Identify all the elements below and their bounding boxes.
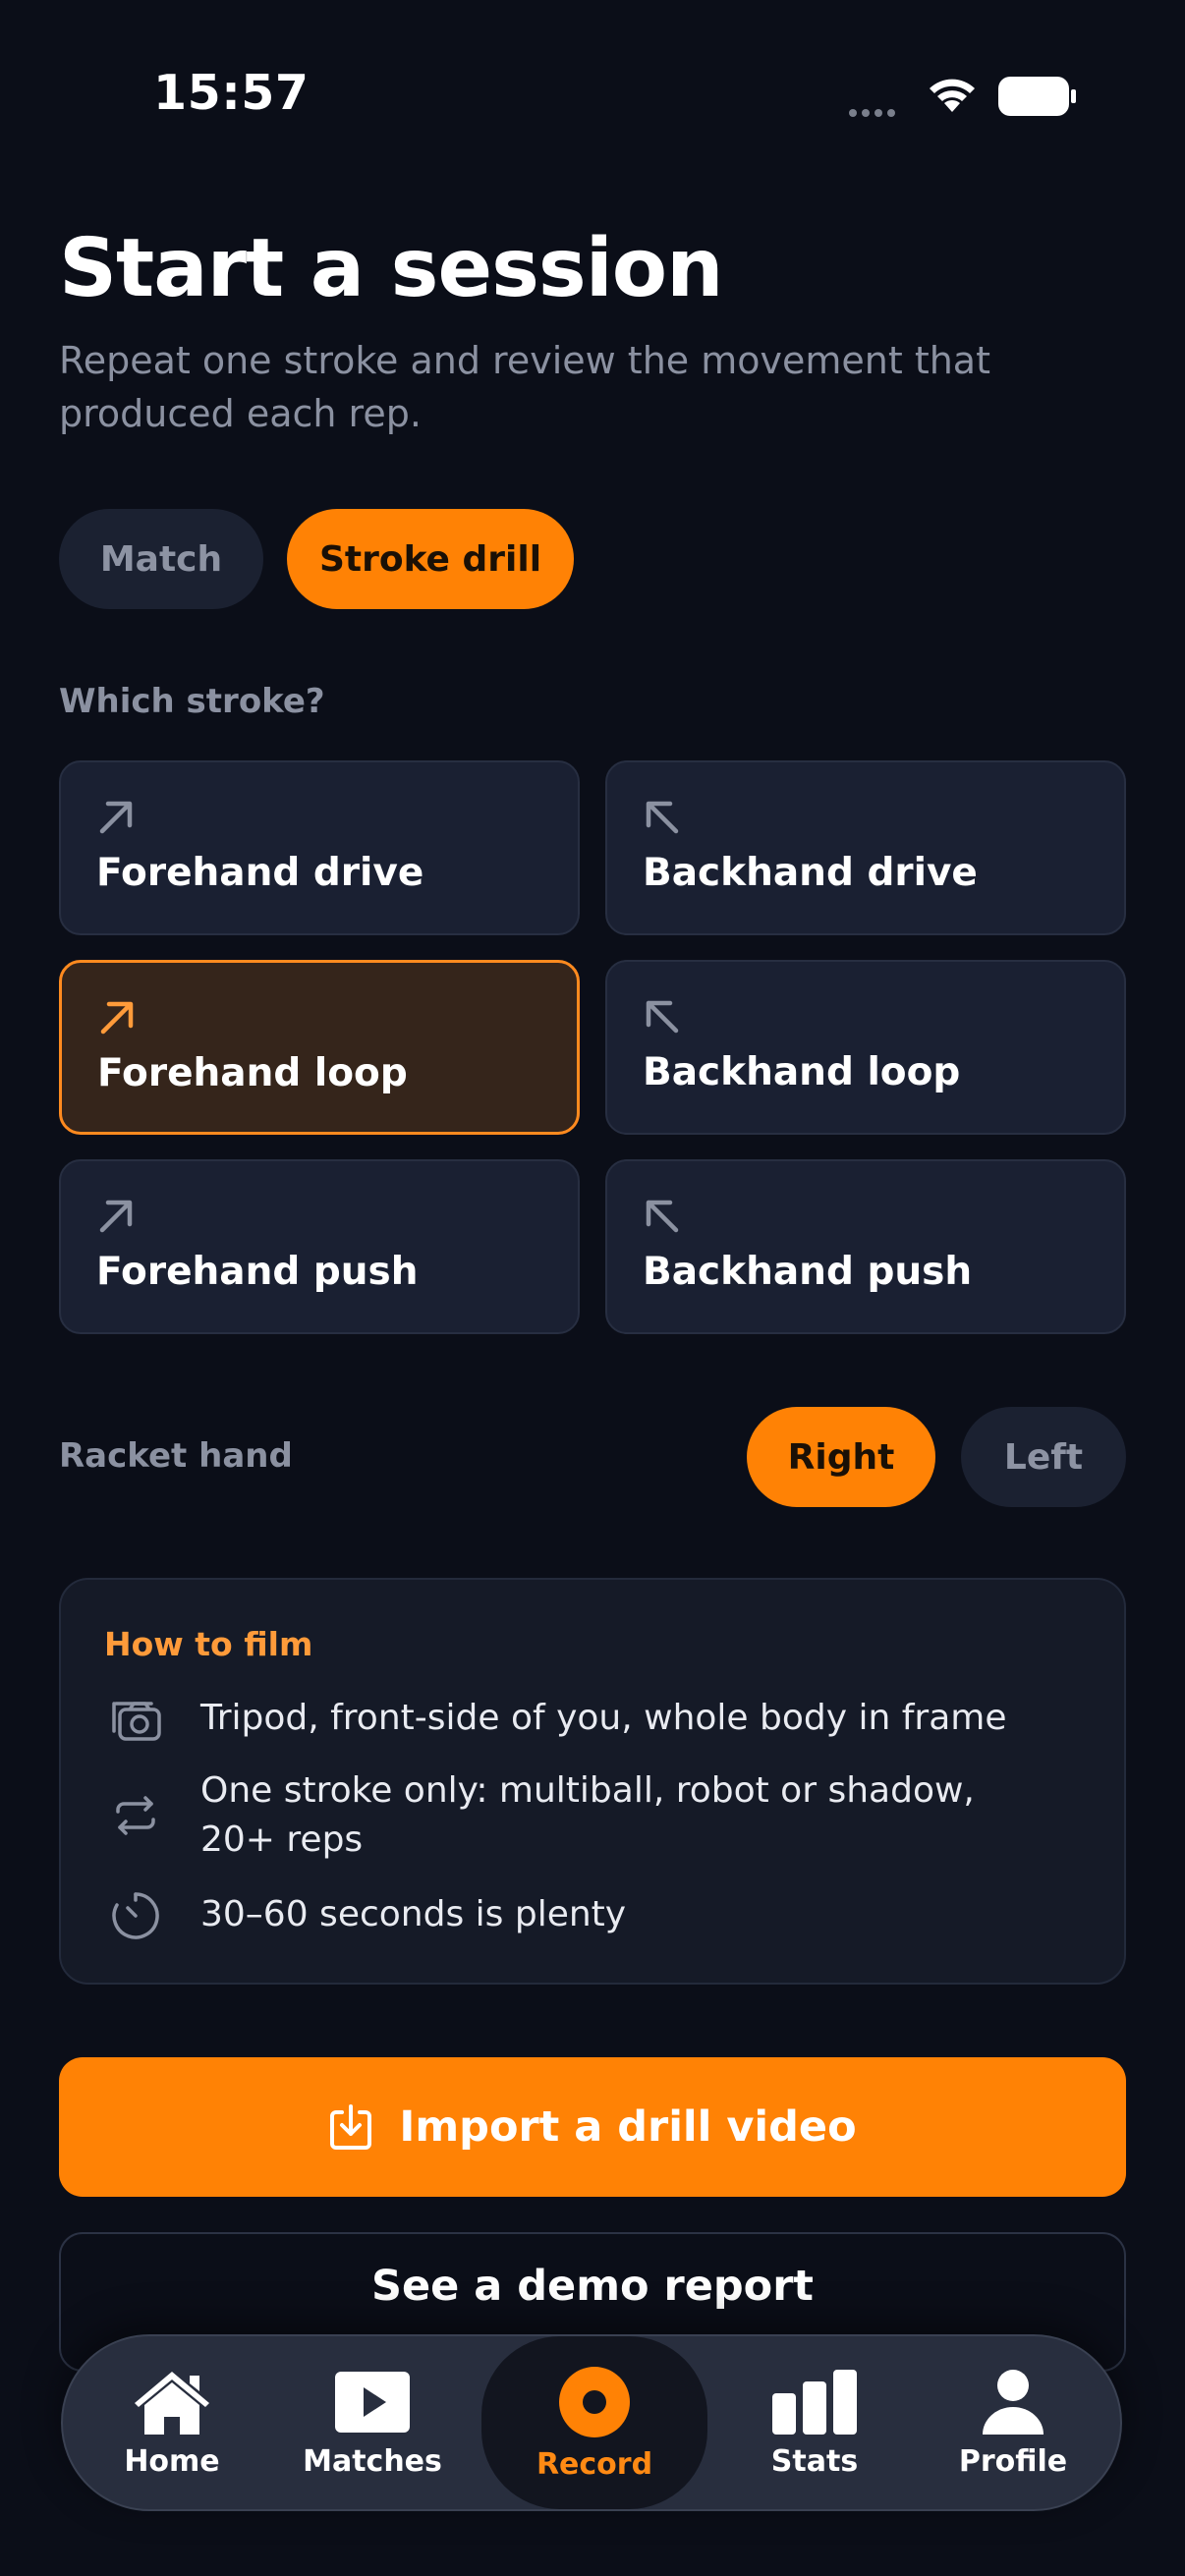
stroke-card-label: Forehand loop [97, 1051, 408, 1095]
stroke-card-forehand-loop[interactable]: Forehand loop [59, 960, 580, 1135]
import-icon [330, 2104, 372, 2150]
arrow-up-right-icon [99, 1200, 133, 1233]
arrow-up-left-icon [646, 1000, 679, 1034]
wifi-icon [926, 73, 979, 118]
tab-label: Matches [303, 2443, 442, 2479]
tab-label: Record [536, 2446, 653, 2482]
stroke-card-backhand-push[interactable]: Backhand push [605, 1159, 1126, 1334]
stroke-card-label: Backhand loop [643, 1050, 961, 1094]
timer-icon [112, 1892, 159, 1939]
stroke-card-label: Forehand drive [96, 851, 424, 895]
stroke-card-backhand-loop[interactable]: Backhand loop [605, 960, 1126, 1135]
stroke-card-label: Backhand push [643, 1250, 973, 1294]
tab-label: Profile [958, 2443, 1068, 2479]
stats-icon [772, 2369, 857, 2435]
tab-matches[interactable]: Matches [281, 2336, 464, 2509]
tab-label: Home [124, 2443, 220, 2479]
import-drill-video-button[interactable]: Import a drill video [59, 2057, 1126, 2197]
demo-button-label: See a demo report [371, 2262, 814, 2311]
tip-text: One stroke only: multiball, robot or sha… [200, 1770, 975, 1860]
arrow-up-right-icon [99, 801, 133, 834]
how-to-film-title: How to film [104, 1625, 313, 1663]
tip-text: Tripod, front-side of you, whole body in… [200, 1698, 1007, 1738]
profile-icon [983, 2369, 1044, 2435]
play-icon [335, 2371, 410, 2433]
tip-text: 30–60 seconds is plenty [200, 1894, 627, 1934]
mode-stroke-drill-button[interactable]: Stroke drill [287, 509, 574, 609]
stroke-card-forehand-drive[interactable]: Forehand drive [59, 760, 580, 935]
arrow-up-left-icon [646, 1200, 679, 1233]
stroke-section-label: Which stroke? [59, 682, 325, 721]
page-title: Start a session [59, 222, 724, 315]
stroke-card-backhand-drive[interactable]: Backhand drive [605, 760, 1126, 935]
mode-match-button[interactable]: Match [59, 509, 263, 609]
tab-bar: Home Matches Record Stats Profile [61, 2334, 1122, 2511]
repeat-icon [116, 1796, 155, 1835]
tab-profile[interactable]: Profile [922, 2336, 1104, 2509]
camera-switch-icon [112, 1702, 161, 1741]
tab-label: Stats [770, 2443, 859, 2479]
page-subtitle: Repeat one stroke and review the movemen… [59, 339, 990, 435]
signal-dots-icon [849, 102, 900, 121]
tab-home[interactable]: Home [81, 2336, 263, 2509]
tab-record[interactable]: Record [481, 2336, 707, 2509]
stroke-card-label: Backhand drive [643, 851, 978, 895]
status-time: 15:57 [153, 65, 310, 121]
arrow-up-left-icon [646, 801, 679, 834]
stroke-card-label: Forehand push [96, 1250, 419, 1294]
import-button-label: Import a drill video [399, 2102, 857, 2152]
stroke-card-forehand-push[interactable]: Forehand push [59, 1159, 580, 1334]
record-icon [559, 2366, 630, 2437]
battery-icon [998, 77, 1076, 116]
arrow-up-right-icon [100, 1001, 134, 1035]
tab-stats[interactable]: Stats [723, 2336, 906, 2509]
racket-hand-right-button[interactable]: Right [747, 1407, 935, 1507]
racket-hand-left-button[interactable]: Left [961, 1407, 1126, 1507]
home-icon [135, 2371, 209, 2435]
racket-hand-label: Racket hand [59, 1436, 293, 1476]
